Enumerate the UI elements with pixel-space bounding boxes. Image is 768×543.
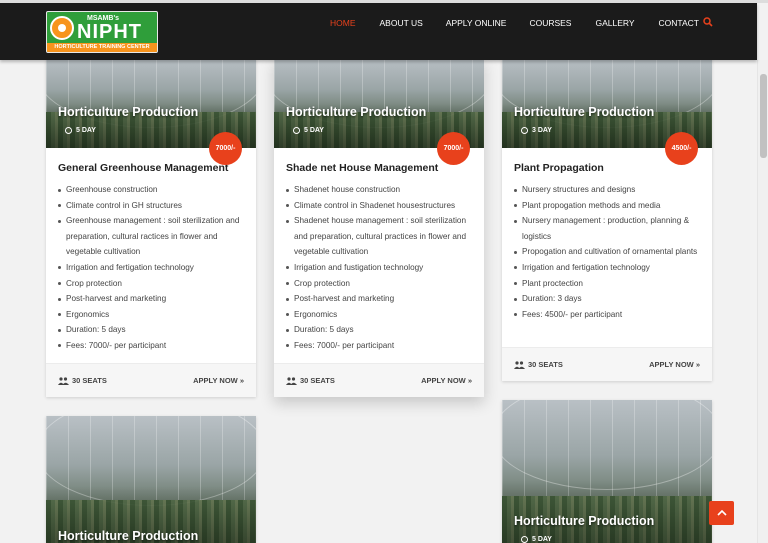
course-card: Horticulture Production 3 DAY 4500/- Pla…	[502, 58, 712, 381]
list-item: Crop protection	[58, 276, 244, 292]
course-category: Horticulture Production	[514, 514, 655, 528]
list-item: Post-harvest and marketing	[286, 291, 472, 307]
course-duration: 5 DAY	[65, 127, 96, 134]
list-item: Climate control in GH structures	[58, 198, 244, 214]
list-item: Irrigation and fertigation technology	[58, 260, 244, 276]
list-item: Post-harvest and marketing	[58, 291, 244, 307]
scrollbar-thumb[interactable]	[760, 74, 767, 158]
course-card: Horticulture Production	[46, 416, 256, 543]
back-to-top-button[interactable]	[709, 501, 734, 525]
list-item: Duration: 3 days	[514, 291, 700, 307]
users-icon	[514, 360, 525, 369]
nav-about-us[interactable]: ABOUT US	[380, 16, 423, 30]
course-title: Shade net House Management	[286, 162, 439, 174]
users-icon	[58, 376, 69, 385]
course-title: General Greenhouse Management	[58, 162, 229, 174]
flower-logo-icon	[50, 16, 74, 40]
apply-now-link[interactable]: APPLY NOW »	[193, 376, 244, 385]
duration-label: 5 DAY	[304, 127, 324, 134]
list-item: Irrigation and fertigation technology	[514, 260, 700, 276]
list-item: Shadenet house management : soil sterili…	[286, 213, 472, 260]
seats-info: 30 SEATS	[58, 376, 107, 385]
duration-label: 3 DAY	[532, 127, 552, 134]
seats-label: 30 SEATS	[300, 376, 335, 385]
site-logo[interactable]: MSAMB's NIPHT HORTICULTURE TRAINING CENT…	[46, 11, 158, 53]
page: MSAMB's NIPHT HORTICULTURE TRAINING CENT…	[0, 0, 768, 543]
course-card: Horticulture Production 5 DAY 7000/- Gen…	[46, 58, 256, 397]
greenhouse-image	[46, 416, 256, 543]
course-duration: 5 DAY	[293, 127, 324, 134]
seats-label: 30 SEATS	[72, 376, 107, 385]
list-item: Nursery structures and designs	[514, 182, 700, 198]
duration-label: 5 DAY	[532, 536, 552, 543]
course-card: Horticulture Production 5 DAY 7000/- Sha…	[274, 58, 484, 397]
list-item: Crop protection	[286, 276, 472, 292]
price-badge: 7000/-	[209, 132, 242, 165]
course-details-list: Greenhouse construction Climate control …	[58, 182, 244, 354]
top-navbar: MSAMB's NIPHT HORTICULTURE TRAINING CENT…	[0, 3, 757, 60]
card-footer: 30 SEATS APPLY NOW »	[46, 363, 256, 397]
seats-info: 30 SEATS	[514, 360, 563, 369]
seats-label: 30 SEATS	[528, 360, 563, 369]
list-item: Ergonomics	[58, 307, 244, 323]
course-category: Horticulture Production	[286, 105, 427, 119]
nav-apply-online[interactable]: APPLY ONLINE	[446, 16, 507, 30]
list-item: Ergonomics	[286, 307, 472, 323]
logo-main-text: NIPHT	[77, 21, 142, 43]
seats-info: 30 SEATS	[286, 376, 335, 385]
list-item: Nursery management : production, plannin…	[514, 213, 700, 244]
course-category: Horticulture Production	[58, 529, 199, 543]
logo-sub-text: HORTICULTURE TRAINING CENTER	[47, 43, 157, 52]
apply-now-link[interactable]: APPLY NOW »	[421, 376, 472, 385]
card-footer: 30 SEATS APPLY NOW »	[274, 363, 484, 397]
nav-gallery[interactable]: GALLERY	[595, 16, 634, 30]
duration-label: 5 DAY	[76, 127, 96, 134]
list-item: Irrigation and fustigation technology	[286, 260, 472, 276]
list-item: Greenhouse construction	[58, 182, 244, 198]
clock-icon	[293, 127, 300, 134]
list-item: Plant propogation methods and media	[514, 198, 700, 214]
page-scrollbar[interactable]	[757, 60, 768, 543]
list-item: Shadenet house construction	[286, 182, 472, 198]
nav-home[interactable]: HOME	[330, 16, 356, 30]
list-item: Propogation and cultivation of ornamenta…	[514, 244, 700, 260]
course-category: Horticulture Production	[58, 105, 199, 119]
chevron-up-icon	[716, 509, 727, 516]
course-category: Horticulture Production	[514, 105, 655, 119]
course-details-list: Shadenet house construction Climate cont…	[286, 182, 472, 354]
nav-contact[interactable]: CONTACT	[659, 16, 699, 30]
course-duration: 5 DAY	[521, 536, 552, 543]
list-item: Duration: 5 days	[286, 322, 472, 338]
course-title: Plant Propagation	[514, 162, 604, 174]
list-item: Climate control in Shadenet housestructu…	[286, 198, 472, 214]
apply-now-link[interactable]: APPLY NOW »	[649, 360, 700, 369]
nav-courses[interactable]: COURSES	[529, 16, 571, 30]
list-item: Fees: 7000/- per participant	[286, 338, 472, 354]
course-card: Horticulture Production 5 DAY	[502, 400, 712, 543]
search-icon[interactable]	[703, 17, 713, 27]
card-footer: 30 SEATS APPLY NOW »	[502, 347, 712, 381]
course-duration: 3 DAY	[521, 127, 552, 134]
main-nav: HOME ABOUT US APPLY ONLINE COURSES GALLE…	[330, 16, 699, 30]
price-badge: 4500/-	[665, 132, 698, 165]
users-icon	[286, 376, 297, 385]
list-item: Fees: 7000/- per participant	[58, 338, 244, 354]
price-badge: 7000/-	[437, 132, 470, 165]
list-item: Plant proctection	[514, 276, 700, 292]
clock-icon	[521, 127, 528, 134]
list-item: Duration: 5 days	[58, 322, 244, 338]
clock-icon	[521, 536, 528, 543]
list-item: Fees: 4500/- per participant	[514, 307, 700, 323]
browser-top-edge	[0, 0, 768, 3]
course-details-list: Nursery structures and designs Plant pro…	[514, 182, 700, 322]
clock-icon	[65, 127, 72, 134]
list-item: Greenhouse management : soil sterilizati…	[58, 213, 244, 260]
